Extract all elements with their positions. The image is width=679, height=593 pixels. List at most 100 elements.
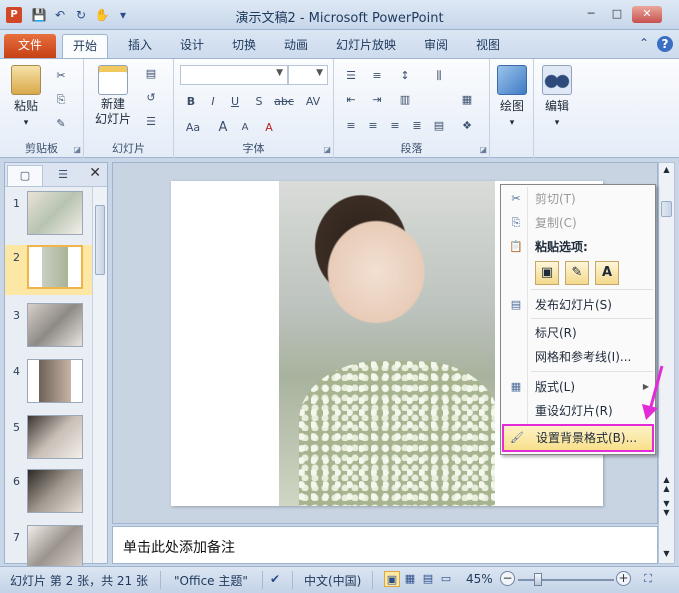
- slide-thumbnail[interactable]: 1: [5, 191, 93, 241]
- clipboard-launcher-icon[interactable]: ◪: [73, 145, 81, 154]
- menu-item-publish-slides[interactable]: ▤ 发布幻灯片(S): [503, 293, 653, 317]
- section-icon[interactable]: ☰: [142, 113, 160, 131]
- char-spacing-button[interactable]: AV: [302, 93, 324, 111]
- increase-indent-icon[interactable]: ⇥: [368, 91, 386, 109]
- theme-name[interactable]: "Office 主题": [174, 572, 248, 589]
- slide-thumbnail[interactable]: 3: [5, 303, 93, 353]
- paste-icon: 📋: [509, 240, 523, 253]
- scroll-up-icon[interactable]: ▲: [659, 165, 674, 174]
- slide-thumbnail[interactable]: 6: [5, 469, 93, 519]
- justify-icon[interactable]: ≣: [408, 117, 426, 135]
- menu-item-cut[interactable]: ✂ 剪切(T): [503, 187, 653, 211]
- minimize-ribbon-icon[interactable]: ⌃: [639, 36, 649, 52]
- align-left-icon[interactable]: ≡: [342, 117, 360, 135]
- zoom-level[interactable]: 45%: [466, 572, 493, 586]
- thumbnail-image: [27, 415, 83, 459]
- paste-keep-format-icon[interactable]: ✎: [565, 261, 589, 285]
- align-text-icon[interactable]: ▦: [458, 91, 476, 109]
- tab-slides-view[interactable]: ▢: [7, 165, 43, 186]
- next-slide-icon[interactable]: ▼ ▼: [659, 499, 674, 517]
- zoom-slider[interactable]: [518, 579, 614, 581]
- tab-design[interactable]: 设计: [170, 34, 214, 58]
- tab-outline-view[interactable]: ☰: [45, 165, 81, 186]
- grow-font-button[interactable]: A: [214, 119, 232, 137]
- copy-icon[interactable]: ⎘: [52, 91, 70, 109]
- layout-icon: ▦: [510, 380, 522, 393]
- maximize-button[interactable]: □: [606, 6, 628, 23]
- slideshow-icon[interactable]: ▭: [438, 571, 454, 587]
- tab-view[interactable]: 视图: [466, 34, 510, 58]
- scroll-down-icon[interactable]: ▼: [659, 549, 674, 558]
- zoom-in-button[interactable]: +: [616, 571, 631, 586]
- menu-item-layout[interactable]: ▦ 版式(L) ▶: [503, 375, 653, 399]
- slide-sorter-icon[interactable]: ▦: [402, 571, 418, 587]
- new-slide-button[interactable]: 新建 幻灯片: [90, 65, 136, 127]
- normal-view-icon[interactable]: ▣: [384, 571, 400, 587]
- menu-item-reset-slide[interactable]: 重设幻灯片(R): [503, 399, 653, 423]
- bold-button[interactable]: B: [182, 93, 200, 111]
- slide-thumbnail[interactable]: 4: [5, 359, 93, 409]
- italic-button[interactable]: I: [204, 93, 222, 111]
- tab-home[interactable]: 开始: [62, 34, 109, 58]
- tab-insert[interactable]: 插入: [118, 34, 162, 58]
- panel-scrollbar[interactable]: [92, 187, 107, 563]
- menu-item-format-background[interactable]: 🖌 设置背景格式(B)...: [502, 424, 654, 452]
- cut-icon[interactable]: ✂: [52, 67, 70, 85]
- slide-thumbnail[interactable]: 5: [5, 415, 93, 465]
- paste-button[interactable]: 粘贴 ▾: [6, 65, 46, 128]
- font-name-combo[interactable]: ▼: [180, 65, 288, 85]
- paragraph-launcher-icon[interactable]: ◪: [479, 145, 487, 154]
- change-case-button[interactable]: Aa: [182, 119, 204, 137]
- drawing-button[interactable]: 绘图 ▾: [496, 65, 528, 128]
- reading-view-icon[interactable]: ▤: [420, 571, 436, 587]
- slide-photo[interactable]: [279, 181, 495, 506]
- language-indicator[interactable]: 中文(中国): [304, 572, 361, 589]
- tab-transitions[interactable]: 切换: [222, 34, 266, 58]
- underline-button[interactable]: U: [226, 93, 244, 111]
- paste-text-only-icon[interactable]: A: [595, 261, 619, 285]
- strikethrough-button[interactable]: abc: [272, 93, 296, 111]
- columns-icon[interactable]: ⫼: [430, 67, 448, 85]
- help-icon[interactable]: ?: [657, 36, 673, 52]
- align-right-icon[interactable]: ≡: [386, 117, 404, 135]
- menu-item-grid-guides[interactable]: 网格和参考线(I)...: [503, 345, 653, 369]
- menu-item-ruler[interactable]: 标尺(R): [503, 321, 653, 345]
- decrease-indent-icon[interactable]: ⇤: [342, 91, 360, 109]
- text-direction-icon[interactable]: ▥: [396, 91, 414, 109]
- distribute-icon[interactable]: ▤: [430, 117, 448, 135]
- font-launcher-icon[interactable]: ◪: [323, 145, 331, 154]
- bullets-icon[interactable]: ☰: [342, 67, 360, 85]
- zoom-out-button[interactable]: −: [500, 571, 515, 586]
- layout-icon[interactable]: ▤: [142, 65, 160, 83]
- spellcheck-icon[interactable]: ✔: [270, 572, 280, 586]
- reset-icon[interactable]: ↺: [142, 89, 160, 107]
- zoom-slider-knob[interactable]: [534, 573, 542, 586]
- notes-pane[interactable]: 单击此处添加备注: [112, 526, 658, 564]
- paste-use-theme-icon[interactable]: ▣: [535, 261, 559, 285]
- align-center-icon[interactable]: ≡: [364, 117, 382, 135]
- thumbnail-image: [27, 525, 83, 569]
- font-size-combo[interactable]: ▼: [288, 65, 328, 85]
- thumbnail-image: [27, 359, 83, 403]
- fit-to-window-icon[interactable]: ⛶: [640, 571, 656, 587]
- tab-slideshow[interactable]: 幻灯片放映: [326, 34, 406, 58]
- numbering-icon[interactable]: ≡: [368, 67, 386, 85]
- panel-scroll-thumb[interactable]: [95, 205, 105, 275]
- minimize-button[interactable]: ─: [580, 6, 602, 23]
- line-spacing-icon[interactable]: ↕: [396, 67, 414, 85]
- format-painter-icon[interactable]: ✎: [52, 115, 70, 133]
- menu-item-copy[interactable]: ⎘ 复制(C): [503, 211, 653, 235]
- smartart-icon[interactable]: ❖: [458, 117, 476, 135]
- close-button[interactable]: ✕: [632, 6, 662, 23]
- clear-format-button[interactable]: A: [260, 119, 278, 137]
- tab-review[interactable]: 审阅: [414, 34, 458, 58]
- tab-file[interactable]: 文件: [4, 34, 56, 58]
- tab-animations[interactable]: 动画: [274, 34, 318, 58]
- shadow-button[interactable]: S: [250, 93, 268, 111]
- close-panel-icon[interactable]: ✕: [89, 165, 101, 181]
- scroll-thumb[interactable]: [661, 201, 672, 217]
- editing-button[interactable]: 编辑 ▾: [540, 65, 574, 128]
- slide-thumbnail-selected[interactable]: 2: [5, 245, 93, 295]
- shrink-font-button[interactable]: A: [236, 119, 254, 137]
- prev-slide-icon[interactable]: ▲ ▲: [659, 475, 674, 493]
